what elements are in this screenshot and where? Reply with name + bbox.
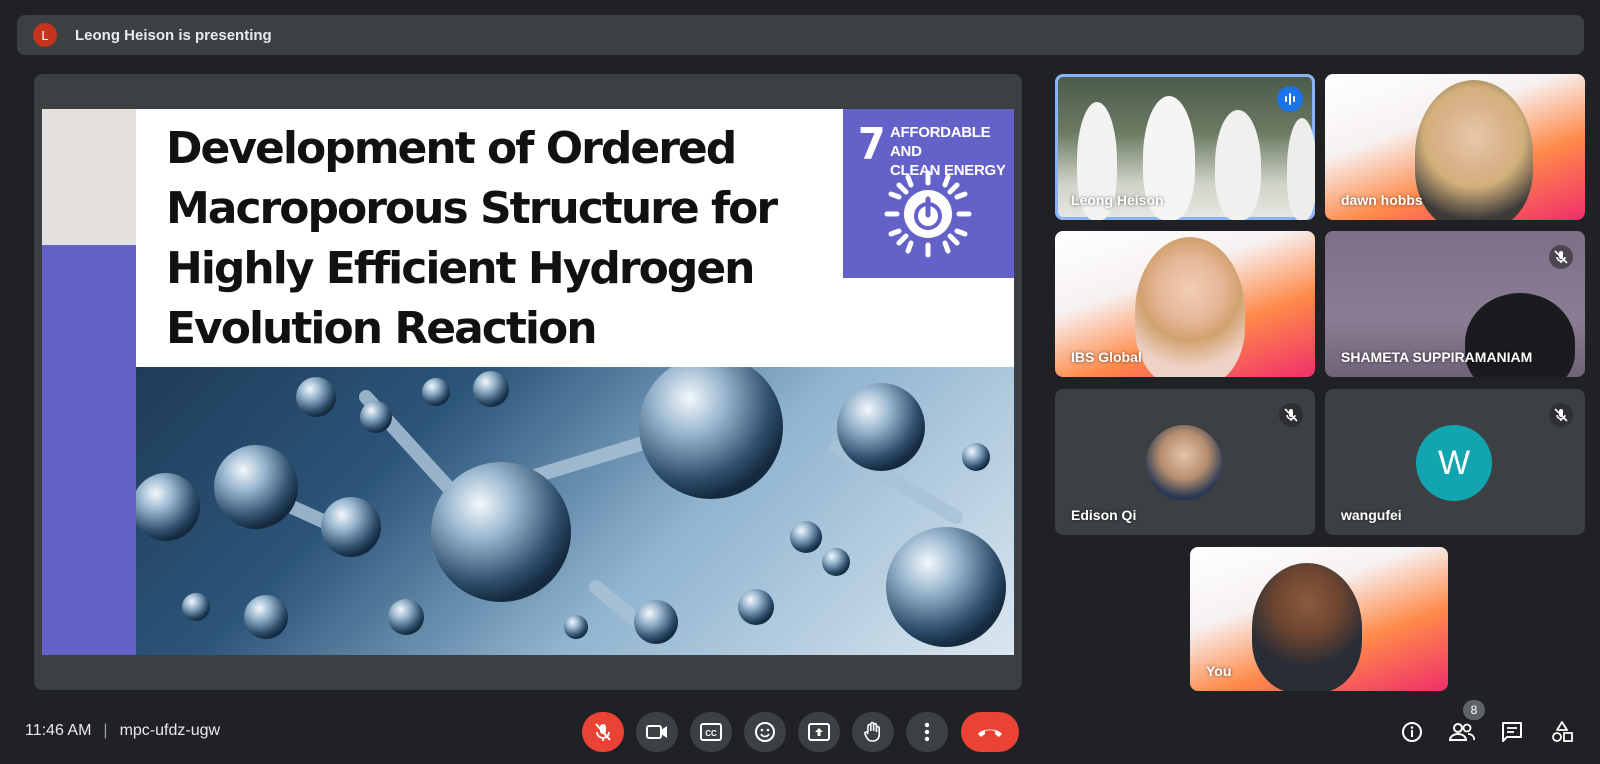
control-bar: 11:46 AM | mpc-ufdz-ugw CC 8 [0, 700, 1600, 764]
slide-title-line-2: Macroporous Structure for [166, 183, 778, 234]
mic-off-icon [595, 723, 611, 741]
svg-text:CC: CC [705, 729, 717, 738]
reactions-button[interactable] [744, 712, 786, 752]
sdg-label-line-1: AFFORDABLE AND [890, 124, 991, 160]
more-vert-icon [924, 722, 930, 742]
sdg-badge: 7 AFFORDABLE AND CLEAN ENERGY [843, 109, 1014, 278]
people-button[interactable] [1446, 716, 1478, 748]
participant-tile-wangufei[interactable]: W wangufei [1325, 389, 1585, 535]
chat-button[interactable] [1496, 716, 1528, 748]
activities-icon [1552, 721, 1573, 742]
participant-name: You [1206, 663, 1232, 679]
presentation-slide: Development of Ordered Macroporous Struc… [42, 109, 1014, 655]
participant-tile-shameta[interactable]: SHAMETA SUPPIRAMANIAM [1325, 231, 1585, 377]
mic-off-icon [1549, 403, 1573, 427]
presenting-text: Leong Heison is presenting [75, 26, 272, 44]
speaking-indicator-icon [1277, 86, 1303, 112]
info-icon [1402, 722, 1422, 742]
avatar [1146, 425, 1222, 501]
sdg-number: 7 [858, 119, 886, 170]
end-call-icon [978, 729, 1002, 737]
presentation-stage[interactable]: Development of Ordered Macroporous Struc… [34, 74, 1022, 690]
camera-icon [646, 725, 667, 739]
microphone-button[interactable] [582, 712, 624, 752]
more-options-button[interactable] [906, 712, 948, 752]
present-screen-icon [808, 723, 830, 741]
leave-call-button[interactable] [961, 712, 1019, 752]
slide-purple-strip [42, 245, 136, 655]
mic-off-icon [1279, 403, 1303, 427]
participant-name: SHAMETA SUPPIRAMANIAM [1341, 349, 1533, 365]
mic-off-icon [1549, 245, 1573, 269]
participant-name: Leong Heison [1071, 192, 1164, 208]
meeting-details-button[interactable] [1396, 716, 1428, 748]
participant-tile-leong-heison[interactable]: Leong Heison [1055, 74, 1315, 220]
activities-button[interactable] [1546, 716, 1578, 748]
present-button[interactable] [798, 712, 840, 752]
camera-button[interactable] [636, 712, 678, 752]
captions-button[interactable]: CC [690, 712, 732, 752]
participant-name: dawn hobbs [1341, 192, 1423, 208]
presenting-banner: L Leong Heison is presenting [17, 15, 1584, 55]
sun-power-icon [884, 170, 972, 258]
participant-tile-dawn-hobbs[interactable]: dawn hobbs [1325, 74, 1585, 220]
current-time: 11:46 AM [25, 722, 92, 739]
slide-title: Development of Ordered Macroporous Struc… [166, 119, 786, 359]
slide-title-line-3: Highly Efficient Hydrogen [166, 243, 756, 294]
participant-tile-ibs-global[interactable]: IBS Global [1055, 231, 1315, 377]
participant-name: wangufei [1341, 507, 1402, 523]
participant-name: Edison Qi [1071, 507, 1137, 523]
presenter-avatar: L [33, 23, 57, 47]
participant-tile-edison-qi[interactable]: Edison Qi [1055, 389, 1315, 535]
emoji-icon [755, 722, 775, 742]
participant-tile-you[interactable]: You [1190, 547, 1448, 691]
chat-icon [1502, 722, 1522, 742]
meeting-info: 11:46 AM | mpc-ufdz-ugw [25, 722, 220, 740]
raise-hand-button[interactable] [852, 712, 894, 752]
slide-title-line-4: Evolution Reaction [166, 303, 598, 354]
avatar: W [1416, 425, 1492, 501]
molecules-image [136, 367, 1014, 655]
slide-title-line-1: Development of Ordered [166, 123, 737, 174]
slide-grey-strip [42, 109, 136, 245]
separator: | [103, 722, 108, 739]
hand-icon [864, 721, 880, 742]
meeting-code: mpc-ufdz-ugw [119, 722, 221, 739]
captions-icon: CC [700, 723, 722, 741]
participant-name: IBS Global [1071, 349, 1142, 365]
people-icon [1449, 723, 1475, 741]
